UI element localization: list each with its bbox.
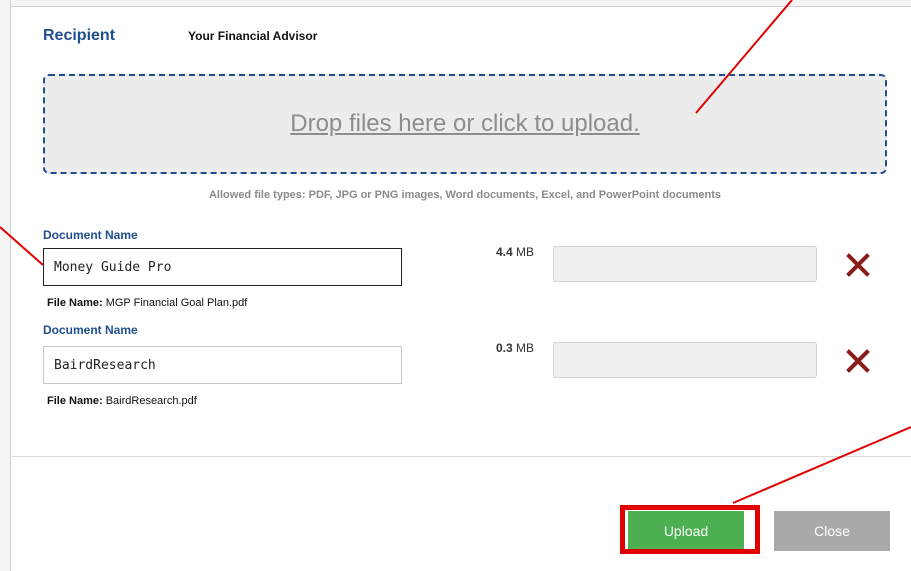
- file-size-value: 4.4: [496, 245, 513, 259]
- document-name-label: Document Name: [43, 323, 138, 337]
- allowed-file-types: Allowed file types: PDF, JPG or PNG imag…: [208, 189, 721, 201]
- close-button[interactable]: Close: [774, 511, 890, 551]
- file-size-value: 0.3: [496, 341, 513, 355]
- file-name-value: MGP Financial Goal Plan.pdf: [105, 297, 248, 309]
- annotation-arrow-line: [732, 426, 911, 504]
- file-size-unit: MB: [516, 341, 535, 355]
- file-name: File Name: MGP Financial Goal Plan.pdf: [47, 297, 247, 309]
- footer-divider: [12, 456, 911, 457]
- file-dropzone[interactable]: Drop files here or click to upload.: [43, 74, 887, 174]
- document-name-label: Document Name: [43, 228, 138, 242]
- upload-progress-bar: [553, 246, 817, 282]
- window-top-edge: [0, 0, 911, 7]
- file-size: 0.3 MB: [496, 341, 534, 355]
- file-name-label: File Name:: [47, 395, 103, 407]
- document-name-input[interactable]: [43, 248, 402, 286]
- close-x-icon: [846, 349, 870, 373]
- remove-document-button[interactable]: [844, 251, 872, 279]
- dropzone-text[interactable]: Drop files here or click to upload.: [290, 110, 640, 138]
- file-name-value: BairdResearch.pdf: [105, 395, 197, 407]
- file-name-label: File Name:: [47, 297, 103, 309]
- remove-document-button[interactable]: [844, 347, 872, 375]
- upload-progress-bar: [553, 342, 817, 378]
- recipient-value: Your Financial Advisor: [188, 29, 318, 43]
- upload-button[interactable]: Upload: [628, 511, 744, 551]
- file-size-unit: MB: [516, 245, 535, 259]
- close-x-icon: [846, 253, 870, 277]
- file-size: 4.4 MB: [496, 245, 534, 259]
- recipient-label: Recipient: [43, 27, 116, 44]
- document-name-input[interactable]: [43, 346, 402, 384]
- file-name: File Name: BairdResearch.pdf: [47, 395, 197, 407]
- window-left-edge: [0, 0, 11, 571]
